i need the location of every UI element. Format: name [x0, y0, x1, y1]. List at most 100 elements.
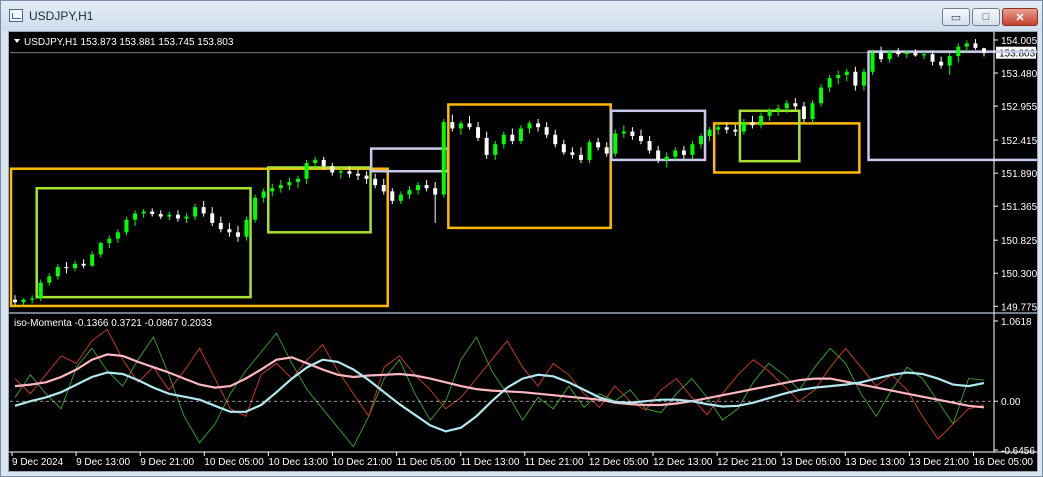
minimize-icon: ▭: [950, 11, 962, 24]
candle-body: [587, 142, 592, 160]
candle-body: [13, 299, 17, 303]
candle-body: [870, 52, 875, 72]
candle-body: [458, 123, 463, 129]
candle-body: [664, 156, 669, 160]
time-label: 13 Dec 21:00: [909, 457, 969, 468]
candle-body: [476, 127, 481, 138]
time-label: 13 Dec 13:00: [845, 457, 905, 468]
candle-body: [356, 173, 361, 176]
candle-body: [861, 71, 866, 86]
candle-body: [716, 127, 721, 130]
candle-body: [98, 243, 103, 255]
time-label: 11 Dec 05:00: [397, 457, 456, 468]
candle-body: [227, 229, 232, 233]
candle-body: [613, 133, 618, 154]
candle-body: [90, 254, 95, 266]
candle-body: [338, 171, 343, 173]
time-label: 10 Dec 05:00: [204, 457, 264, 468]
price-label: 151.890: [1001, 169, 1037, 180]
candle-body: [741, 122, 746, 132]
time-label: 9 Dec 21:00: [140, 457, 194, 468]
candle-body: [879, 52, 884, 60]
candle-body: [930, 54, 935, 62]
candle-body: [441, 122, 446, 195]
candle-body: [510, 134, 515, 142]
candle-body: [150, 211, 155, 215]
symbol-menu-triangle-icon[interactable]: [14, 39, 20, 43]
candle-body: [416, 185, 421, 191]
price-label: 149.775: [1001, 302, 1037, 313]
time-label: 10 Dec 21:00: [333, 457, 393, 468]
price-label: 154.005: [1001, 36, 1037, 47]
candle-body: [21, 299, 26, 303]
candle-body: [124, 219, 129, 233]
maximize-icon: □: [982, 11, 990, 23]
candle-body: [836, 74, 841, 79]
time-label: 16 Dec 05:00: [974, 457, 1034, 468]
indicator-scale[interactable]: 1.06180.00-0.6456: [10, 317, 1035, 457]
candle-body: [253, 197, 258, 220]
close-icon: ✕: [1015, 11, 1025, 24]
candle-body: [218, 222, 223, 230]
indicator-panel-header: iso-Momenta -0.1366 0.3721 -0.0867 0.203…: [14, 318, 212, 329]
candle-body: [235, 232, 240, 237]
minimize-button[interactable]: ▭: [942, 8, 970, 26]
candle-body: [596, 142, 601, 148]
candle-body: [141, 211, 146, 214]
indicator-level-label: 1.0618: [1001, 317, 1032, 328]
chart-area[interactable]: 154.005 153.480 152.955 152.415 151.890 151.3…: [8, 31, 1043, 472]
price-label: 152.955: [1001, 102, 1037, 113]
main-panel-header: USDJPY,H1 153.873 153.881 153.745 153.80…: [24, 37, 234, 48]
candle-body: [656, 150, 661, 160]
time-label: 12 Dec 13:00: [653, 457, 713, 468]
candle-body: [630, 131, 635, 136]
candle-body: [647, 141, 652, 151]
chart-canvas[interactable]: 154.005 153.480 152.955 152.415 151.890 151.3…: [9, 32, 1043, 471]
price-label: 153.480: [1001, 69, 1037, 80]
candle-body: [30, 298, 35, 300]
candle-body: [724, 127, 729, 130]
candle-body: [330, 166, 335, 173]
candle-body: [133, 213, 138, 220]
candle-body: [527, 123, 532, 129]
candle-body: [493, 144, 498, 155]
panel-headers: USDJPY,H1 153.873 153.881 153.745 153.80…: [14, 37, 234, 329]
candle-body: [570, 152, 575, 155]
candle-body: [433, 188, 438, 195]
candle-body: [887, 51, 892, 60]
close-button[interactable]: ✕: [1002, 8, 1038, 26]
candle-body: [261, 191, 266, 198]
price-scale[interactable]: 154.005 153.480 152.955 152.415 151.890 151.3…: [10, 36, 1038, 313]
time-label: 11 Dec 13:00: [461, 457, 520, 468]
time-label: 12 Dec 21:00: [717, 457, 777, 468]
candle-body: [896, 51, 901, 55]
maximize-button[interactable]: □: [972, 8, 1000, 26]
candle-body: [621, 131, 626, 134]
candle-body: [107, 238, 112, 244]
time-label: 11 Dec 21:00: [525, 457, 584, 468]
candle-body: [819, 87, 824, 104]
candle-body: [278, 185, 283, 189]
candle-body: [38, 282, 43, 299]
candle-body: [750, 122, 755, 126]
time-label: 10 Dec 13:00: [268, 457, 328, 468]
candle-body: [793, 103, 798, 107]
range-box-lime: [267, 166, 372, 234]
time-scale[interactable]: 9 Dec 2024 9 Dec 13:00 9 Dec 21:00 10 Dec 0…: [11, 452, 1034, 468]
candle-body: [801, 106, 806, 119]
candle-body: [390, 191, 395, 201]
candle-body: [784, 103, 789, 109]
candle-body: [939, 61, 944, 66]
candle-body: [364, 175, 369, 179]
range-boxes: [9, 50, 1043, 308]
candle-body: [956, 46, 961, 57]
title-bar[interactable]: USDJPY,H1 ▭ □ ✕: [1, 1, 1042, 31]
indicator-pink-line: [14, 353, 985, 409]
candle-body: [844, 71, 849, 75]
candle-body: [313, 159, 318, 164]
candle-body: [407, 190, 412, 195]
time-label: 13 Dec 05:00: [781, 457, 841, 468]
candle-body: [81, 263, 86, 266]
candle-body: [321, 159, 326, 167]
candle-body: [964, 43, 969, 47]
